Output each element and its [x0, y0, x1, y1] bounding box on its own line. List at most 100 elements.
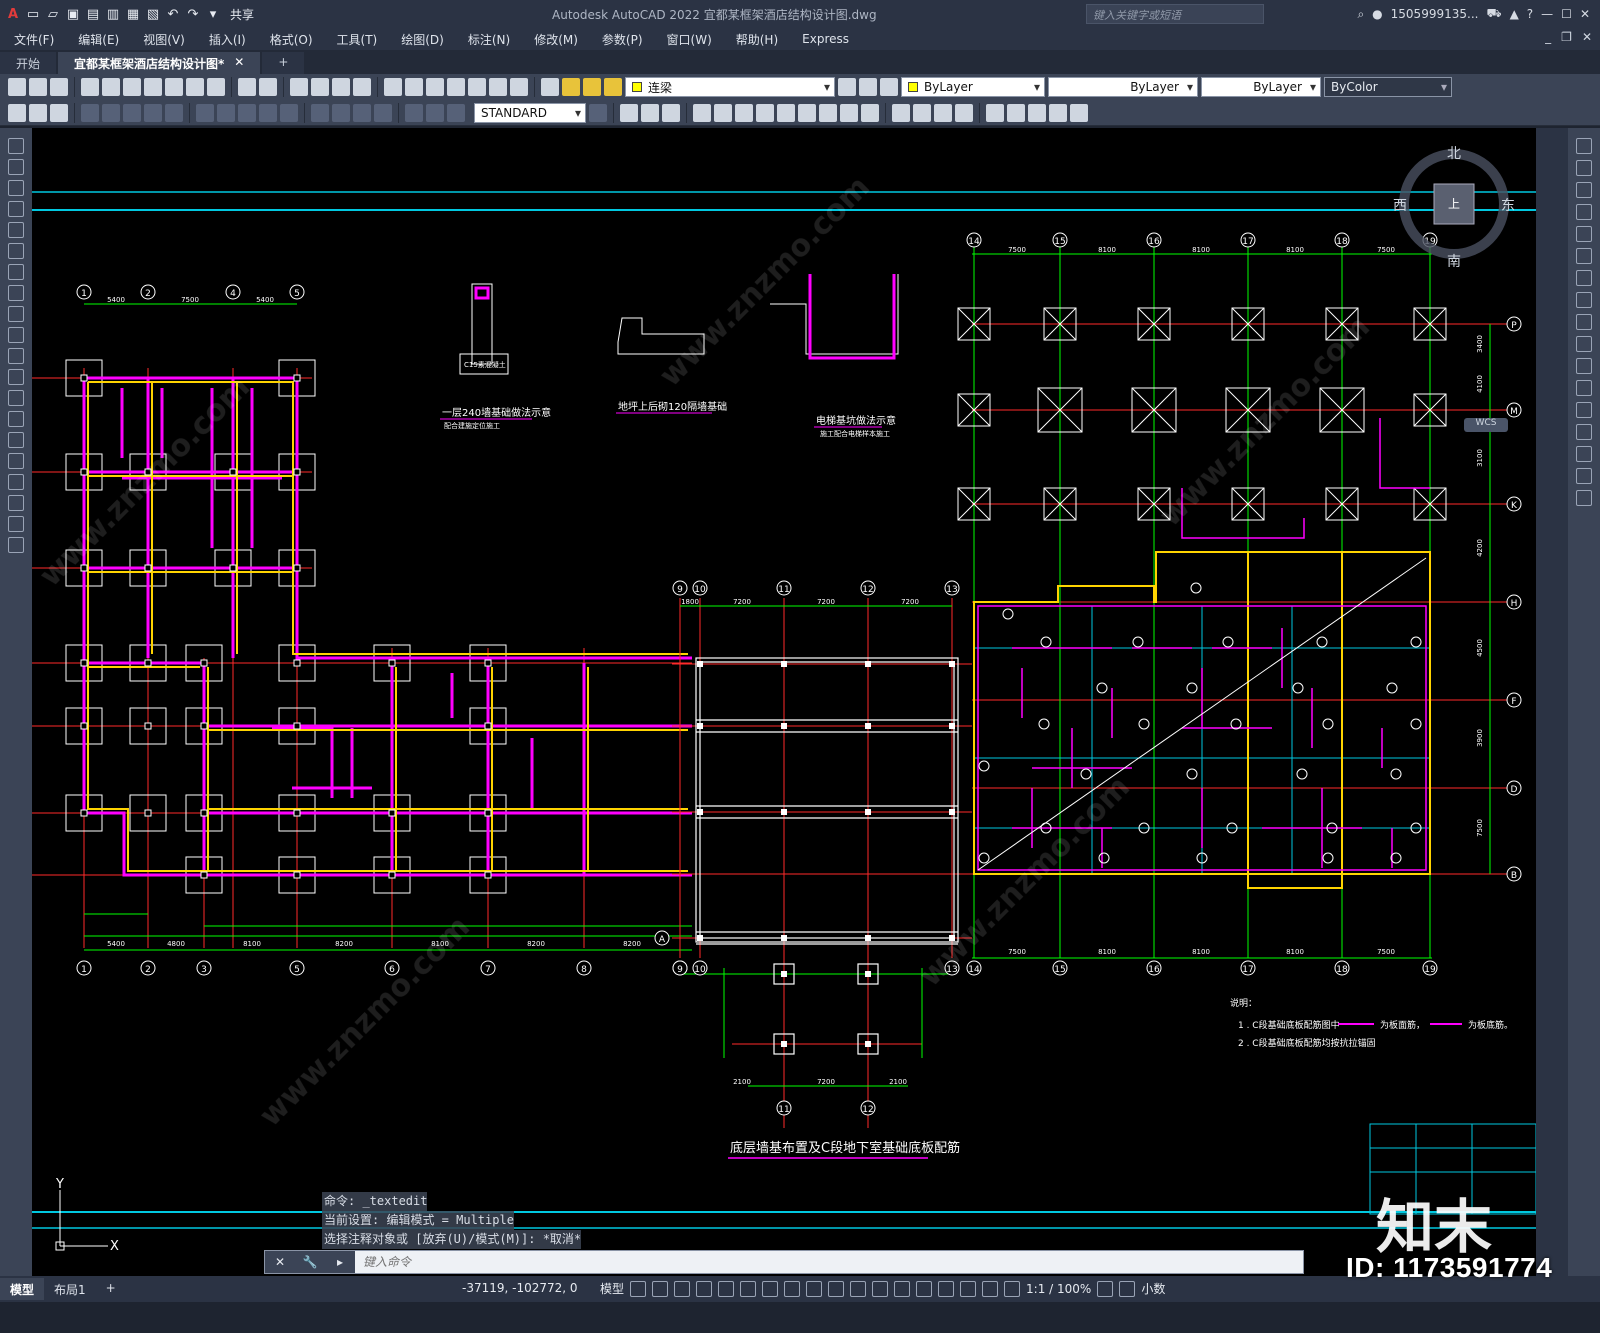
add-selected-icon[interactable] [8, 537, 24, 553]
web-save-icon[interactable]: ▦ [124, 5, 142, 23]
cart-icon[interactable]: ⛟ [1486, 6, 1501, 22]
command-customize-icon[interactable]: 🔧 [295, 1251, 325, 1273]
3dosnap-icon[interactable] [872, 1280, 889, 1297]
inspect-icon[interactable] [353, 103, 371, 122]
dim-style-icon[interactable] [589, 103, 607, 122]
dim-linear-icon[interactable] [8, 103, 26, 122]
polyline-icon[interactable] [8, 180, 24, 196]
hatch-icon[interactable] [8, 432, 24, 448]
layer-states-icon[interactable] [880, 78, 898, 96]
menu-item-2[interactable]: 视图(V) [143, 31, 185, 48]
fly-icon[interactable] [1028, 103, 1046, 122]
dim-aligned-icon[interactable] [29, 103, 47, 122]
presspull-icon[interactable] [840, 103, 858, 122]
offset-icon[interactable] [1576, 204, 1592, 220]
trim-icon[interactable] [1576, 336, 1592, 352]
design-center-icon[interactable] [405, 78, 423, 96]
union-icon[interactable] [777, 103, 795, 122]
search-input[interactable]: 键入关键字或短语 [1086, 4, 1264, 24]
undo-icon-2[interactable] [238, 78, 256, 96]
construction-line-icon[interactable] [8, 159, 24, 175]
minimize-icon[interactable]: — [1541, 7, 1553, 21]
viewcube-top-face[interactable]: 上 [1448, 197, 1460, 211]
dim-arc-icon[interactable] [50, 103, 68, 122]
dim-edit-icon[interactable] [405, 103, 423, 122]
dim-diameter-icon[interactable] [144, 103, 162, 122]
user-name[interactable]: 1505999135... [1391, 7, 1479, 21]
extend-icon[interactable] [1576, 358, 1592, 374]
gizmo-icon[interactable] [938, 1280, 955, 1297]
otrack-icon[interactable] [762, 1280, 779, 1297]
blend-icon[interactable] [1576, 468, 1592, 484]
match-prop-icon[interactable] [207, 78, 225, 96]
ellipse-arc-icon[interactable] [8, 348, 24, 364]
sheetset-icon[interactable] [447, 78, 465, 96]
open-icon[interactable] [29, 78, 47, 96]
zoom-icon[interactable] [311, 78, 329, 96]
save-as-icon[interactable]: ▤ [84, 5, 102, 23]
osnap-icon[interactable] [784, 1280, 801, 1297]
annotation-visibility-icon[interactable] [960, 1280, 977, 1297]
layer-dropdown[interactable]: 连梁 [625, 77, 835, 97]
add-layout-button[interactable]: + [96, 1278, 126, 1300]
center-mark-icon[interactable] [332, 103, 350, 122]
dim-angular-icon[interactable] [165, 103, 183, 122]
ortho-icon[interactable] [696, 1280, 713, 1297]
redo-icon-2[interactable] [259, 78, 277, 96]
layer-on-icon[interactable] [562, 78, 580, 96]
preview-icon[interactable] [102, 78, 120, 96]
make-block-icon[interactable] [8, 390, 24, 406]
menu-item-3[interactable]: 插入(I) [209, 31, 246, 48]
markup-icon[interactable] [468, 78, 486, 96]
erase-icon[interactable] [1576, 138, 1592, 154]
layer-freeze-icon[interactable] [583, 78, 601, 96]
dim-break-icon[interactable] [280, 103, 298, 122]
loft-icon[interactable] [756, 103, 774, 122]
scale-icon[interactable] [1576, 292, 1592, 308]
array-icon[interactable] [1576, 226, 1592, 242]
table-icon[interactable] [8, 495, 24, 511]
menu-item-10[interactable]: 窗口(W) [667, 31, 712, 48]
tab-close-icon[interactable]: ✕ [234, 55, 244, 74]
customize-dropdown-icon[interactable]: ▾ [204, 5, 222, 23]
dynamic-ucs-icon[interactable] [894, 1280, 911, 1297]
copy-icon[interactable] [165, 78, 183, 96]
menu-item-1[interactable]: 编辑(E) [78, 31, 119, 48]
menu-item-0[interactable]: 文件(F) [14, 31, 54, 48]
dim-radius-icon[interactable] [102, 103, 120, 122]
command-recent-icon[interactable]: ▸ [325, 1251, 355, 1273]
help-icon-2[interactable] [510, 78, 528, 96]
doc-minimize-icon[interactable]: _ [1545, 30, 1551, 44]
new-icon[interactable] [8, 78, 26, 96]
lights-icon[interactable] [934, 103, 952, 122]
steeringwheel-icon[interactable] [1070, 103, 1088, 122]
3dmove-icon[interactable] [861, 103, 879, 122]
isodraft-icon[interactable] [740, 1280, 757, 1297]
close-icon[interactable]: ✕ [1580, 7, 1590, 21]
command-input[interactable] [355, 1251, 1303, 1273]
print-icon[interactable] [81, 78, 99, 96]
tab-model[interactable]: 模型 [0, 1278, 45, 1300]
undo-icon[interactable]: ↶ [164, 5, 182, 23]
web-open-icon[interactable]: ▥ [104, 5, 122, 23]
tolerance-icon[interactable] [311, 103, 329, 122]
extrude-icon[interactable] [693, 103, 711, 122]
sweep-icon[interactable] [735, 103, 753, 122]
cut-icon[interactable] [144, 78, 162, 96]
arc-icon[interactable] [8, 243, 24, 259]
publish-icon[interactable] [123, 78, 141, 96]
rectangle-icon[interactable] [8, 222, 24, 238]
copy-object-icon[interactable] [1576, 160, 1592, 176]
subtract-icon[interactable] [798, 103, 816, 122]
menu-item-9[interactable]: 参数(P) [602, 31, 643, 48]
lineweight-icon[interactable] [806, 1280, 823, 1297]
infer-icon[interactable] [674, 1280, 691, 1297]
model-space-toggle[interactable]: 模型 [600, 1280, 624, 1297]
materials-icon[interactable] [955, 103, 973, 122]
menu-item-4[interactable]: 格式(O) [270, 31, 313, 48]
visual-style-icon[interactable] [892, 103, 910, 122]
dim-jogged-icon[interactable] [123, 103, 141, 122]
tab-start[interactable]: 开始 [0, 52, 57, 74]
menu-item-12[interactable]: Express [802, 32, 849, 46]
dim-baseline-icon[interactable] [217, 103, 235, 122]
